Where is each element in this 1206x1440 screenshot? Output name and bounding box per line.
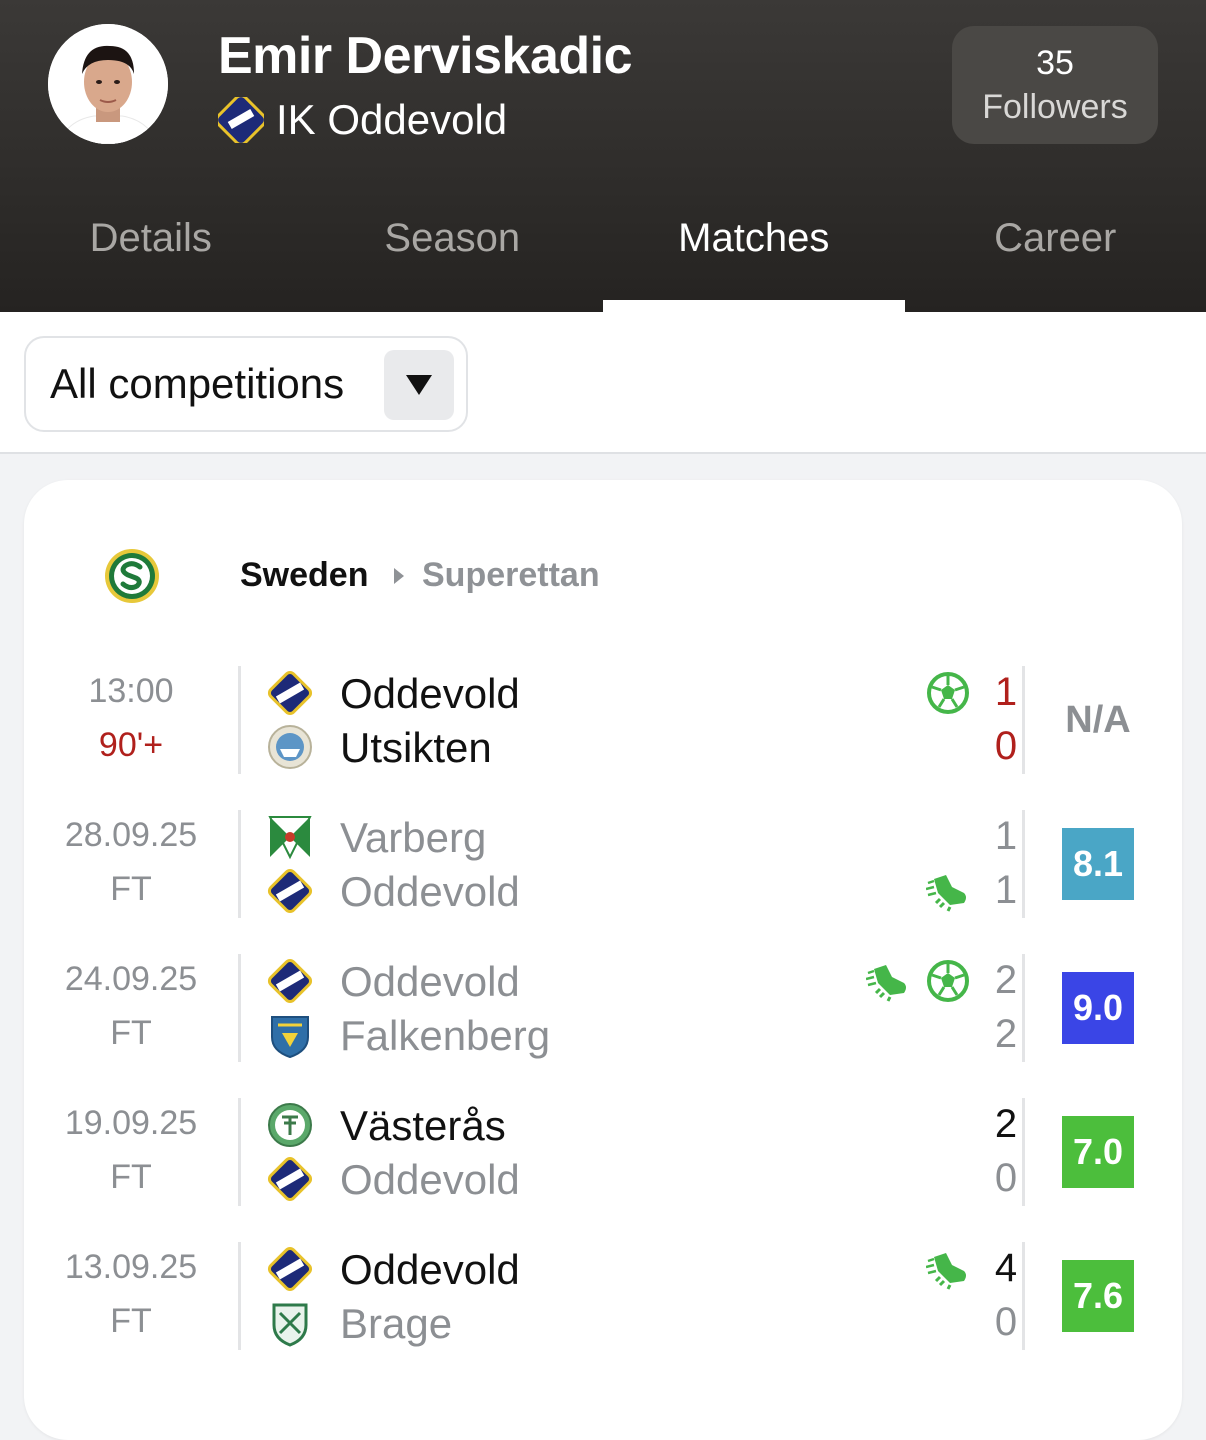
home-team-name: Varberg (340, 814, 486, 862)
club-logo (218, 97, 264, 143)
match-row[interactable]: 19.09.25 FT Västerås 2 Oddevold 0 7.0 (24, 1098, 1182, 1208)
dropdown-arrow-icon (384, 350, 454, 420)
assist-boot-icon (926, 1247, 970, 1291)
match-row[interactable]: 28.09.25 FT Varberg 1 Oddevold (24, 810, 1182, 920)
tab-career[interactable]: Career (905, 196, 1206, 312)
club-name: IK Oddevold (276, 96, 507, 144)
home-team: Oddevold 2 (266, 954, 1026, 1008)
oddevold-logo (266, 867, 314, 915)
followers-button[interactable]: 35 Followers (952, 26, 1158, 144)
home-score: 1 (986, 670, 1026, 715)
home-score: 1 (986, 814, 1026, 859)
away-team: Falkenberg 2 (266, 1008, 1026, 1062)
home-score: 4 (986, 1246, 1026, 1291)
home-team-name: Oddevold (340, 1246, 520, 1294)
match-row[interactable]: 13.09.25 FT Oddevold 4 Brage 0 7. (24, 1242, 1182, 1352)
home-team: Varberg 1 (266, 810, 1026, 864)
player-avatar (48, 24, 168, 144)
player-rating: N/A (1062, 684, 1134, 756)
match-status: FT (24, 870, 238, 909)
followers-count: 35 (1036, 41, 1074, 85)
home-team: Västerås 2 (266, 1098, 1026, 1152)
home-score: 2 (986, 958, 1026, 1003)
followers-label: Followers (982, 85, 1127, 129)
away-team: Oddevold 0 (266, 1152, 1026, 1206)
falkenberg-logo (266, 1011, 314, 1059)
away-team-name: Brage (340, 1300, 452, 1348)
divider (238, 1098, 241, 1206)
tab-season[interactable]: Season (302, 196, 604, 312)
superettan-logo (104, 548, 160, 604)
home-team: Oddevold 4 (266, 1242, 1026, 1296)
match-row[interactable]: 24.09.25 FT Oddevold 2 (24, 954, 1182, 1064)
match-date: 19.09.25 (24, 1104, 238, 1143)
home-team-name: Västerås (340, 1102, 506, 1150)
brage-logo (266, 1299, 314, 1347)
away-team-name: Oddevold (340, 1156, 520, 1204)
match-date: 24.09.25 (24, 960, 238, 999)
home-team: Oddevold 1 (266, 666, 1026, 720)
home-team-name: Oddevold (340, 670, 520, 718)
oddevold-logo (266, 1155, 314, 1203)
filter-bar: All competitions (0, 312, 1206, 454)
away-team: Brage 0 (266, 1296, 1026, 1350)
matches-card: Sweden Superettan 13:00 90'+ Oddevold 1 (24, 480, 1182, 1440)
league-country: Sweden (240, 556, 368, 595)
competition-select-value: All competitions (50, 360, 344, 408)
oddevold-logo (266, 957, 314, 1005)
away-score: 0 (986, 724, 1026, 769)
varberg-logo (266, 813, 314, 861)
competition-select[interactable]: All competitions (24, 336, 468, 432)
away-score: 1 (986, 868, 1026, 913)
divider (1022, 810, 1025, 918)
match-status: FT (24, 1158, 238, 1197)
assist-boot-icon (866, 959, 910, 1003)
away-score: 0 (986, 1300, 1026, 1345)
away-team: Oddevold 1 (266, 864, 1026, 918)
away-team-name: Falkenberg (340, 1012, 550, 1060)
player-rating: 9.0 (1062, 972, 1134, 1044)
match-date: 28.09.25 (24, 816, 238, 855)
goal-ball-icon (926, 671, 970, 715)
player-rating: 8.1 (1062, 828, 1134, 900)
player-rating: 7.6 (1062, 1260, 1134, 1332)
divider (1022, 1242, 1025, 1350)
utsikten-logo (266, 723, 314, 771)
vasteras-logo (266, 1101, 314, 1149)
tab-matches[interactable]: Matches (603, 196, 905, 312)
player-rating: 7.0 (1062, 1116, 1134, 1188)
away-score: 0 (986, 1156, 1026, 1201)
league-name: Superettan (422, 556, 600, 595)
away-team: Utsikten 0 (266, 720, 1026, 774)
league-header[interactable]: Sweden Superettan (24, 546, 1182, 606)
oddevold-logo (266, 1245, 314, 1293)
goal-ball-icon (926, 959, 970, 1003)
match-date: 13.09.25 (24, 1248, 238, 1287)
away-score: 2 (986, 1012, 1026, 1057)
divider (238, 810, 241, 918)
away-team-name: Utsikten (340, 724, 492, 772)
away-team-name: Oddevold (340, 868, 520, 916)
player-header: Emir Derviskadic IK Oddevold 35 Follower… (0, 0, 1206, 312)
home-score: 2 (986, 1102, 1026, 1147)
divider (1022, 666, 1025, 774)
chevron-right-icon (392, 566, 406, 586)
divider (238, 666, 241, 774)
tab-details[interactable]: Details (0, 196, 302, 312)
match-status: FT (24, 1014, 238, 1053)
assist-boot-icon (926, 869, 970, 913)
divider (238, 954, 241, 1062)
match-status: 90'+ (24, 726, 238, 765)
match-row[interactable]: 13:00 90'+ Oddevold 1 Utsikten 0 (24, 666, 1182, 776)
divider (1022, 954, 1025, 1062)
match-time: 13:00 (24, 672, 238, 711)
player-name: Emir Derviskadic (218, 26, 632, 86)
club-link[interactable]: IK Oddevold (218, 96, 507, 144)
divider (238, 1242, 241, 1350)
match-status: FT (24, 1302, 238, 1341)
oddevold-logo (266, 669, 314, 717)
profile-tabs: Details Season Matches Career (0, 196, 1206, 312)
home-team-name: Oddevold (340, 958, 520, 1006)
divider (1022, 1098, 1025, 1206)
